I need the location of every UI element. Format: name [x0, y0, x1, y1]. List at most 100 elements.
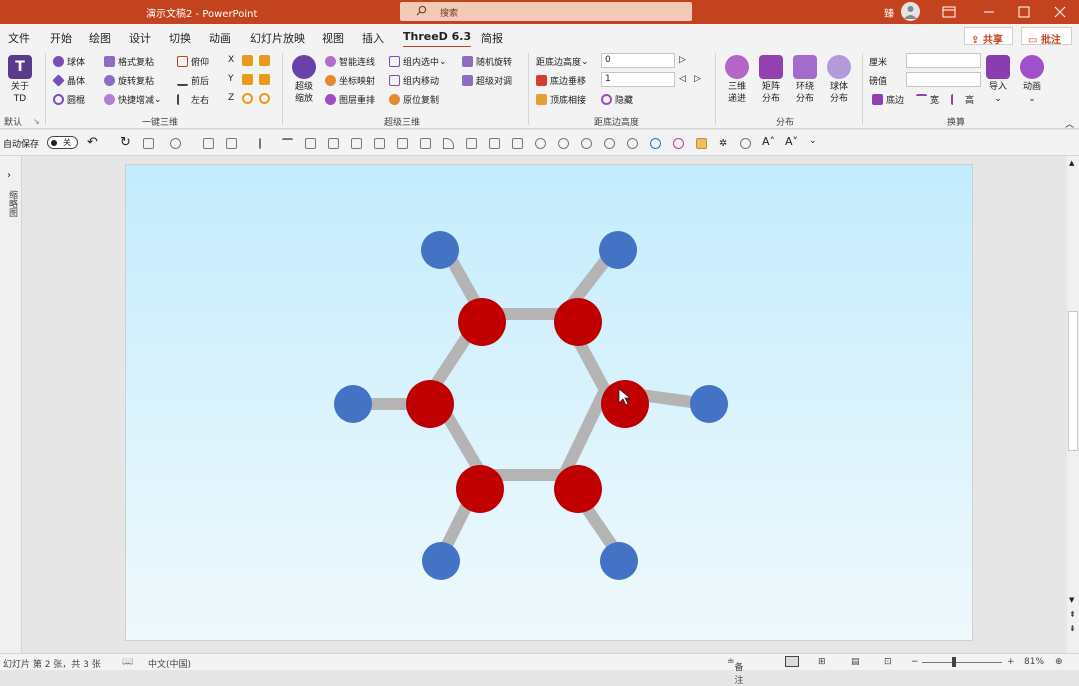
x-rotate-left-icon[interactable]	[242, 55, 253, 66]
left-right-button[interactable]: 左右	[177, 93, 209, 106]
ribbon-display-icon[interactable]	[941, 4, 957, 20]
carbon-atom[interactable]	[601, 380, 649, 428]
share-button[interactable]: ⇪ 共享	[964, 27, 1013, 46]
flip-icon[interactable]	[466, 138, 477, 149]
reading-view-icon[interactable]: ▤	[851, 657, 860, 667]
thumbnail-panel[interactable]: › 缩略图	[0, 156, 22, 653]
super-swap-button[interactable]: 超级对调	[462, 74, 512, 87]
collapse-ribbon-icon[interactable]: ︿	[1065, 117, 1074, 130]
z-rotate-left-icon[interactable]	[242, 93, 253, 104]
zoom-level[interactable]: 81%	[1024, 657, 1044, 667]
cm-input[interactable]	[906, 53, 981, 68]
tab-draw[interactable]: 绘图	[89, 30, 111, 46]
tab-view[interactable]: 视图	[322, 30, 344, 46]
hydrogen-atom[interactable]	[600, 542, 638, 580]
autosave-toggle[interactable]: 关	[47, 136, 78, 149]
animation-button[interactable]: 动画 ⌄	[1018, 55, 1046, 105]
avatar[interactable]	[901, 2, 920, 21]
align-top-icon[interactable]	[282, 138, 293, 149]
hydrogen-atom[interactable]	[422, 542, 460, 580]
maximize-icon[interactable]	[1016, 4, 1032, 20]
layer-reorder-button[interactable]: 图层重排	[325, 93, 375, 106]
undo-icon[interactable]: ↶	[87, 135, 98, 150]
carbon-atom[interactable]	[554, 465, 602, 513]
hydrogen-atom[interactable]	[599, 231, 637, 269]
pt-input[interactable]	[906, 72, 981, 87]
rotate-copy-button[interactable]: 旋转复粘	[104, 74, 154, 87]
rod-button[interactable]: 圆棍	[53, 93, 85, 106]
circle-icon[interactable]	[650, 138, 661, 149]
super-zoom-button[interactable]: 超级 缩放	[290, 55, 318, 105]
y-rotate-left-icon[interactable]	[242, 74, 253, 85]
smart-connect-button[interactable]: 智能连线	[325, 55, 375, 68]
tab-home[interactable]: 开始	[50, 30, 72, 46]
scroll-down-icon[interactable]: ▼	[1069, 596, 1074, 604]
x-rotate-right-icon[interactable]	[259, 55, 270, 66]
intersect-icon[interactable]	[604, 138, 615, 149]
eye-shape-icon[interactable]	[673, 138, 684, 149]
random-rotate-button[interactable]: 随机旋转	[462, 55, 512, 68]
hydrogen-atom[interactable]	[421, 231, 459, 269]
textbox-icon[interactable]	[143, 138, 154, 149]
close-icon[interactable]	[1052, 4, 1068, 20]
tab-slideshow[interactable]: 幻灯片放映	[250, 30, 305, 46]
align-right-icon[interactable]	[351, 138, 362, 149]
dialog-launcher-icon[interactable]: ↘	[33, 117, 40, 126]
import-button[interactable]: 导入 ⌄	[985, 55, 1011, 105]
accessibility-icon[interactable]: 📖	[122, 657, 133, 667]
normal-view-icon[interactable]	[785, 656, 799, 667]
height-button[interactable]: 高	[951, 93, 974, 106]
align-left-icon[interactable]	[259, 138, 270, 149]
language-label[interactable]: 中文(中国)	[148, 657, 191, 670]
shape-fill-icon[interactable]	[203, 138, 214, 149]
scroll-up-icon[interactable]: ▲	[1069, 159, 1074, 167]
align-bottom-icon[interactable]	[374, 138, 385, 149]
align-middle-icon[interactable]	[328, 138, 339, 149]
next-icon[interactable]: ▷	[694, 74, 701, 84]
subtract-icon[interactable]	[627, 138, 638, 149]
fit-slide-icon[interactable]: ⊕	[1055, 657, 1063, 667]
base-button[interactable]: 底边	[872, 93, 904, 106]
carbon-atom[interactable]	[458, 298, 506, 346]
carbon-atom[interactable]	[554, 298, 602, 346]
zoom-slider[interactable]	[922, 662, 1002, 663]
tab-briefing[interactable]: 简报	[481, 30, 503, 46]
tab-insert[interactable]: 插入	[362, 30, 384, 46]
front-back-button[interactable]: 前后	[177, 74, 209, 87]
minimize-icon[interactable]	[981, 4, 997, 20]
fill-color-icon[interactable]	[696, 138, 707, 149]
3d-progressive-button[interactable]: 三维 递进	[722, 55, 752, 105]
slide-sorter-icon[interactable]: ⊞	[818, 657, 826, 667]
slide-canvas[interactable]	[125, 164, 973, 641]
bottom-height-input[interactable]: 0	[601, 53, 675, 68]
group-icon[interactable]	[740, 138, 751, 149]
fragment-icon[interactable]	[581, 138, 592, 149]
vertical-scrollbar[interactable]: ▲ ▼ ⇞ ⇟	[1067, 156, 1079, 653]
vertical-move-button[interactable]: 底边垂移	[536, 74, 586, 87]
sparkle-icon[interactable]: ✲	[719, 138, 730, 149]
arrange-icon[interactable]	[512, 138, 523, 149]
sphere-button[interactable]: 球体	[53, 55, 85, 68]
zoom-thumb[interactable]	[952, 657, 956, 667]
slideshow-icon[interactable]: ⊡	[884, 657, 892, 667]
group-move-button[interactable]: 组内移动	[389, 74, 439, 87]
user-name[interactable]: 臻	[884, 5, 894, 20]
align-center-icon[interactable]	[305, 138, 316, 149]
ring-distribute-button[interactable]: 环绕 分布	[790, 55, 820, 105]
tab-file[interactable]: 文件	[8, 30, 30, 46]
comment-button[interactable]: ▭ 批注	[1021, 27, 1072, 46]
customize-toolbar-icon[interactable]: ⌄	[809, 136, 817, 146]
decrease-font-icon[interactable]: A˅	[785, 135, 798, 148]
play-icon[interactable]: ▷	[679, 55, 686, 65]
z-rotate-right-icon[interactable]	[259, 93, 270, 104]
increase-font-icon[interactable]: A˄	[762, 135, 775, 148]
shape-outline-icon[interactable]	[226, 138, 237, 149]
hydrogen-atom[interactable]	[690, 385, 728, 423]
width-button[interactable]: 宽	[916, 93, 939, 106]
distribute-v-icon[interactable]	[420, 138, 431, 149]
notes-button[interactable]: ≐ 备注	[727, 657, 744, 686]
tab-animations[interactable]: 动画	[209, 30, 231, 46]
prev-slide-icon[interactable]: ⇞	[1069, 610, 1076, 619]
ring-bond[interactable]	[558, 387, 611, 478]
union-icon[interactable]	[535, 138, 546, 149]
